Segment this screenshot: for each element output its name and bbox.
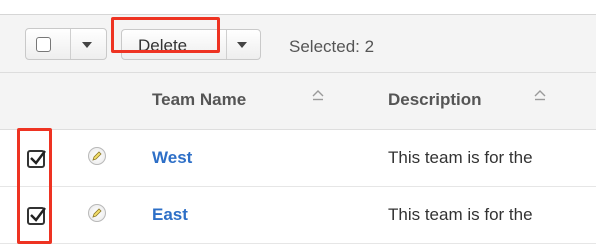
delete-divider <box>226 30 227 59</box>
team-description: This team is for the <box>388 205 533 224</box>
column-header-description[interactable]: Description <box>388 90 482 110</box>
edit-pencil-button[interactable] <box>88 204 106 222</box>
actions-chevron-down-icon[interactable] <box>237 42 247 48</box>
delete-highlight-box <box>111 17 220 53</box>
table-row: East This team is for the <box>0 187 596 244</box>
select-all-checkbox[interactable] <box>36 37 51 52</box>
select-all-dropdown-button[interactable] <box>25 28 107 60</box>
select-all-divider <box>70 29 71 59</box>
chevron-down-icon[interactable] <box>82 42 92 48</box>
sort-icon[interactable] <box>534 89 546 107</box>
selected-count: Selected: 2 <box>289 37 375 56</box>
checkbox-highlight-box <box>17 128 52 244</box>
column-header-team-name[interactable]: Team Name <box>152 90 246 110</box>
table-header: Team Name Description <box>0 73 596 130</box>
list-toolbar: Delete Selected: 2 <box>0 15 596 73</box>
table-row: West This team is for the <box>0 130 596 187</box>
pencil-icon <box>92 208 102 218</box>
team-name-link[interactable]: East <box>152 205 188 225</box>
team-name-link[interactable]: West <box>152 148 192 168</box>
sort-icon[interactable] <box>312 89 324 107</box>
edit-pencil-button[interactable] <box>88 147 106 165</box>
pencil-icon <box>92 151 102 161</box>
team-description: This team is for the <box>388 148 533 167</box>
